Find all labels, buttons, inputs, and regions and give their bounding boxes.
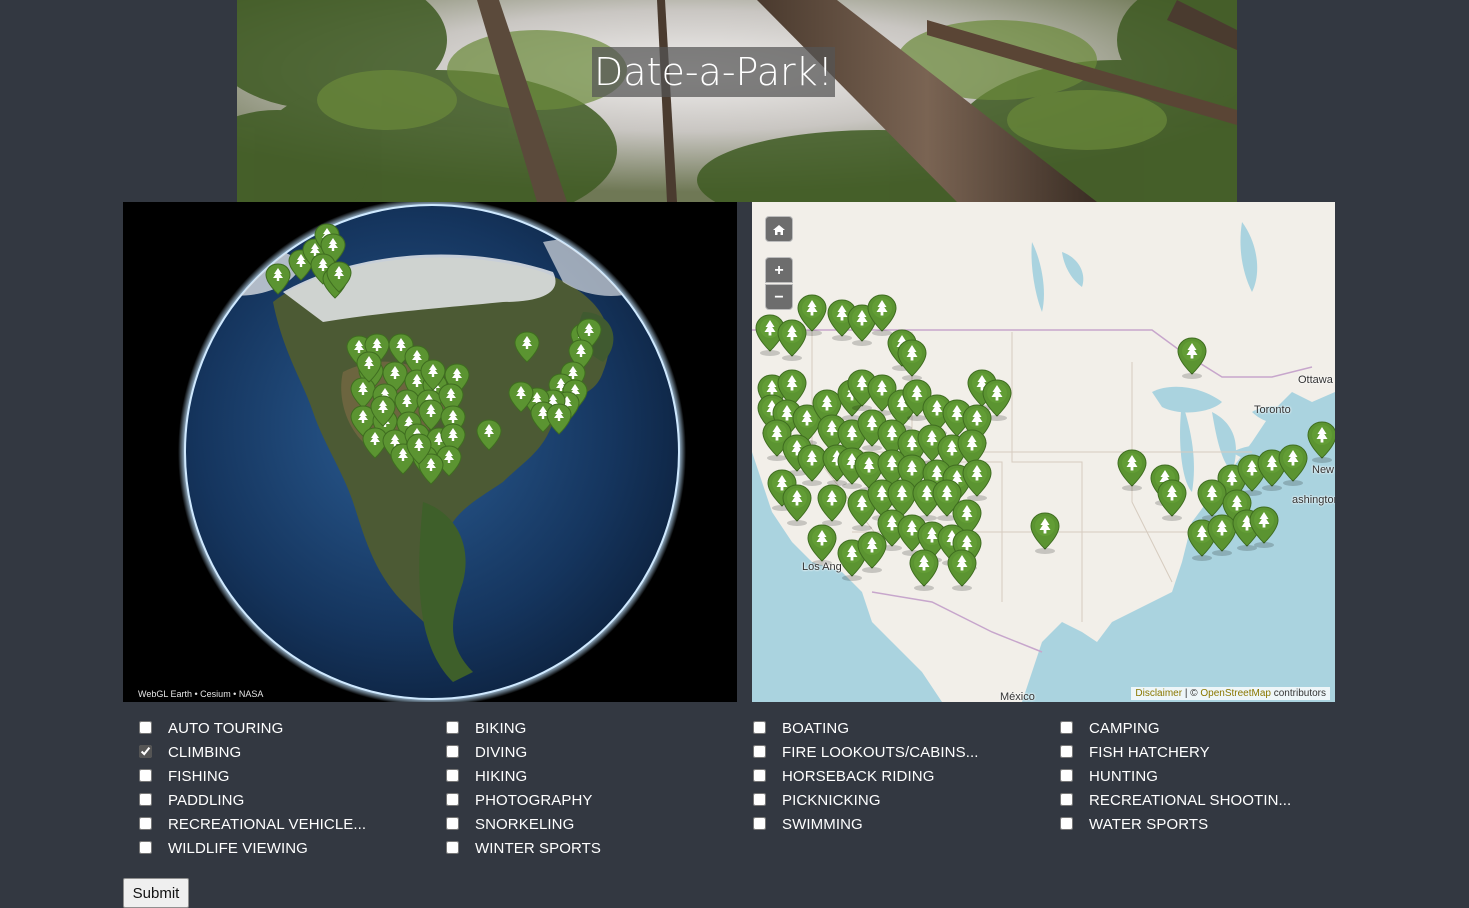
activity-checkbox[interactable] bbox=[753, 817, 766, 830]
activity-checkbox[interactable] bbox=[1060, 721, 1073, 734]
home-icon bbox=[773, 224, 785, 235]
activity-checkbox[interactable] bbox=[139, 841, 152, 854]
activity-checkbox[interactable] bbox=[139, 721, 152, 734]
place-label-new-york: New bbox=[1312, 464, 1335, 476]
activity-checkbox[interactable] bbox=[446, 745, 459, 758]
place-label-ottawa: Ottawa bbox=[1298, 374, 1333, 386]
header-banner: Date-a-Park! bbox=[237, 0, 1237, 202]
globe-canvas[interactable] bbox=[123, 202, 737, 702]
place-label-washington: ashington bbox=[1292, 494, 1335, 506]
activity-label[interactable]: SNORKELING bbox=[475, 816, 574, 833]
activity-label[interactable]: PADDLING bbox=[168, 792, 244, 809]
forest-canopy-image bbox=[237, 0, 1237, 202]
activity-checkbox[interactable] bbox=[139, 817, 152, 830]
activity-label[interactable]: DIVING bbox=[475, 744, 527, 761]
activity-checkbox[interactable] bbox=[446, 721, 459, 734]
home-button[interactable] bbox=[765, 216, 793, 242]
activity-checkbox[interactable] bbox=[753, 721, 766, 734]
activity-checkbox[interactable] bbox=[139, 745, 152, 758]
activity-label[interactable]: PICKNICKING bbox=[782, 792, 881, 809]
activity-label[interactable]: WINTER SPORTS bbox=[475, 840, 601, 857]
activity-label[interactable]: FIRE LOOKOUTS/CABINS... bbox=[782, 744, 979, 761]
activity-label[interactable]: FISH HATCHERY bbox=[1089, 744, 1210, 761]
zoom-out-button[interactable]: − bbox=[765, 284, 793, 310]
submit-button[interactable]: Submit bbox=[123, 878, 189, 908]
activity-checkbox[interactable] bbox=[446, 769, 459, 782]
globe-credit: WebGL Earth • Cesium • NASA bbox=[138, 689, 264, 699]
zoom-in-button[interactable]: + bbox=[765, 257, 793, 283]
activity-label[interactable]: RECREATIONAL SHOOTIN... bbox=[1089, 792, 1291, 809]
attribution-contributors: contributors bbox=[1270, 688, 1326, 699]
activity-label[interactable]: CLIMBING bbox=[168, 744, 241, 761]
activity-checkbox[interactable] bbox=[1060, 817, 1073, 830]
activity-label[interactable]: HIKING bbox=[475, 768, 527, 785]
activity-checkbox[interactable] bbox=[753, 793, 766, 806]
attribution-separator: | © bbox=[1182, 688, 1201, 699]
map-canvas[interactable] bbox=[752, 202, 1335, 702]
page-title: Date-a-Park! bbox=[592, 47, 835, 97]
activity-label[interactable]: CAMPING bbox=[1089, 720, 1160, 737]
activity-checkbox[interactable] bbox=[753, 769, 766, 782]
activity-checkbox[interactable] bbox=[1060, 769, 1073, 782]
activity-checkbox[interactable] bbox=[446, 841, 459, 854]
disclaimer-link[interactable]: Disclaimer bbox=[1135, 688, 1182, 699]
activity-label[interactable]: SWIMMING bbox=[782, 816, 863, 833]
activity-label[interactable]: BOATING bbox=[782, 720, 849, 737]
flat-map-view[interactable]: + − Ottawa Toronto New ashington Los Ang… bbox=[752, 202, 1335, 702]
map-attribution: Disclaimer | © OpenStreetMap contributor… bbox=[1131, 687, 1330, 700]
activity-label[interactable]: WATER SPORTS bbox=[1089, 816, 1208, 833]
activity-checkbox[interactable] bbox=[446, 793, 459, 806]
activity-checkbox[interactable] bbox=[753, 745, 766, 758]
activity-label[interactable]: BIKING bbox=[475, 720, 526, 737]
activity-checkbox[interactable] bbox=[446, 817, 459, 830]
activity-checkbox[interactable] bbox=[1060, 793, 1073, 806]
openstreetmap-link[interactable]: OpenStreetMap bbox=[1200, 688, 1271, 699]
activity-label[interactable]: PHOTOGRAPHY bbox=[475, 792, 593, 809]
globe-view[interactable]: WebGL Earth • Cesium • NASA bbox=[123, 202, 737, 702]
activity-label[interactable]: WILDLIFE VIEWING bbox=[168, 840, 308, 857]
place-label-mexico: México bbox=[1000, 691, 1035, 702]
activity-checkbox[interactable] bbox=[1060, 745, 1073, 758]
place-label-toronto: Toronto bbox=[1254, 404, 1291, 416]
activity-label[interactable]: HORSEBACK RIDING bbox=[782, 768, 934, 785]
activity-label[interactable]: RECREATIONAL VEHICLE... bbox=[168, 816, 366, 833]
activity-label[interactable]: AUTO TOURING bbox=[168, 720, 283, 737]
activity-checkbox[interactable] bbox=[139, 769, 152, 782]
activity-label[interactable]: FISHING bbox=[168, 768, 230, 785]
activity-label[interactable]: HUNTING bbox=[1089, 768, 1158, 785]
place-label-los-angeles: Los Ang bbox=[802, 561, 842, 573]
activity-checkbox[interactable] bbox=[139, 793, 152, 806]
